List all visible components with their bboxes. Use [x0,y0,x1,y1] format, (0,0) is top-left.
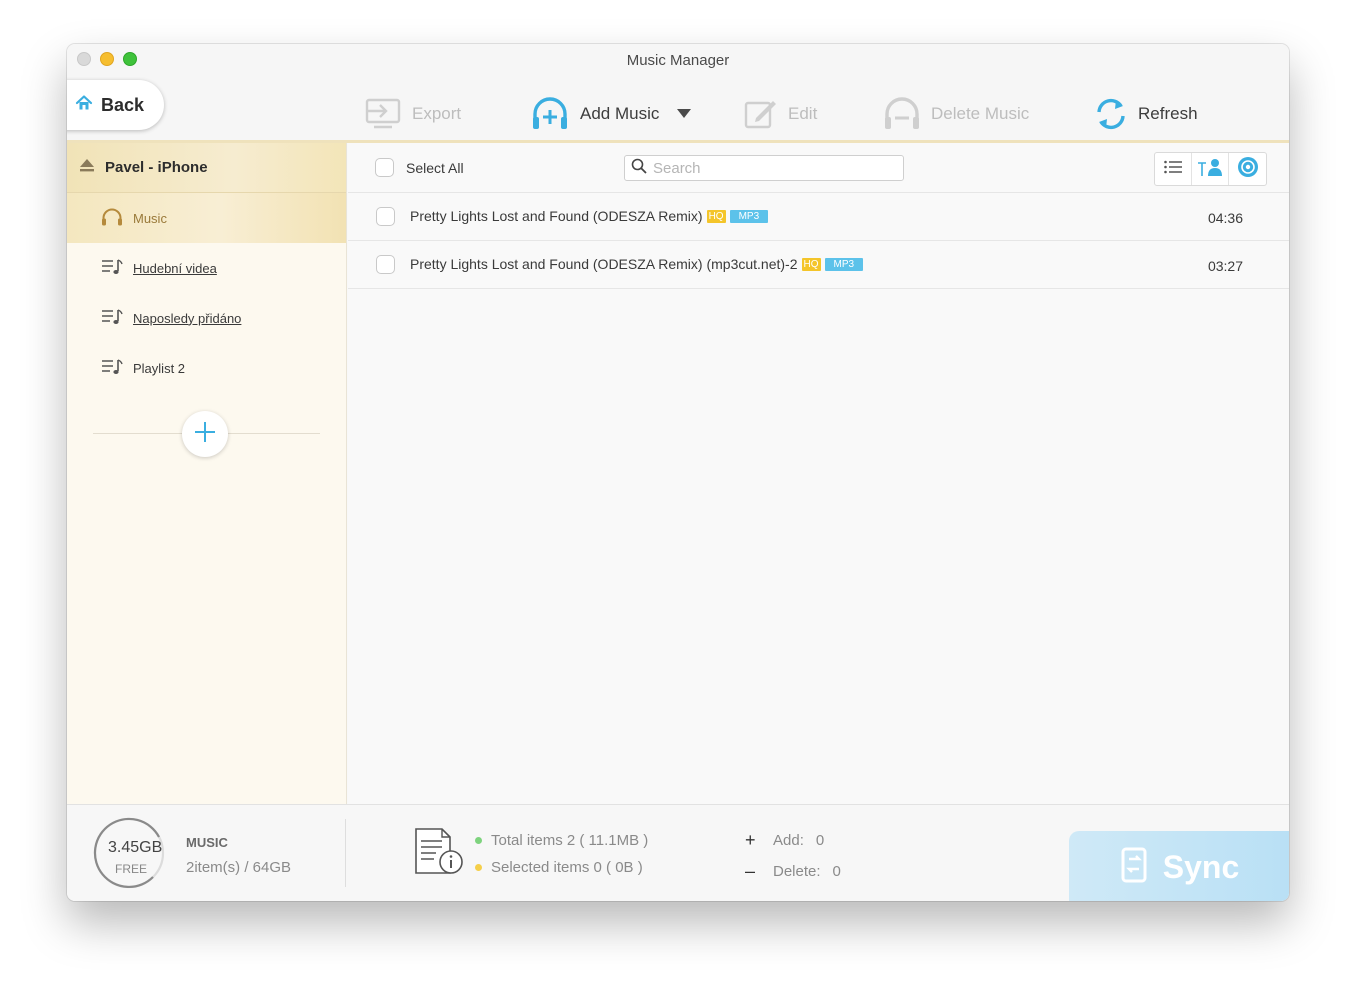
select-all-label: Select All [406,159,464,176]
headphones-icon [101,208,123,229]
disc-icon [1237,156,1259,183]
sync-label: Sync [1162,848,1240,885]
item-count: 2item(s) / 64GB [186,859,292,876]
add-label: Add: [773,832,804,849]
edit-label: Edit [788,104,818,123]
selected-dot [475,864,482,871]
delete-value: 0 [832,863,841,880]
sidebar-item-label: Music [133,210,167,226]
select-all[interactable]: Select All [375,158,464,177]
export-icon [364,97,402,131]
document-info-icon [414,827,464,880]
search-input[interactable] [653,159,893,177]
app-window: Music Manager Back Export Add Music Edit… [67,44,1289,901]
status-footer: 3.45GB FREE MUSIC 2item(s) / 64GB Total … [67,804,1289,901]
search-icon [631,158,647,179]
delete-music-button[interactable]: Delete Music [883,94,1029,134]
refresh-icon [1094,97,1128,131]
device-header[interactable]: Pavel - iPhone [67,143,346,193]
minus-icon: – [745,861,756,881]
hq-badge: HQ [706,209,726,223]
back-label: Back [101,94,145,115]
edit-icon [744,97,778,131]
track-title: Pretty Lights Lost and Found (ODESZA Rem… [410,256,798,272]
add-music-label: Add Music [580,104,660,123]
sync-button[interactable]: Sync [1069,831,1289,901]
selected-items-text: Selected items 0 ( 0B ) [491,859,643,876]
playlist-icon [101,258,123,279]
delete-music-label: Delete Music [931,104,1030,123]
list-header: Select All [348,143,1289,193]
music-list-panel: Select All Search Pretty Lights Lost and… [348,143,1289,804]
sidebar-item-music[interactable]: Music [67,193,346,243]
selected-items-stat: Selected items 0 ( 0B ) [475,859,643,876]
sidebar-item-label: Naposledy přidáno [133,310,242,326]
add-music-headphones-icon [530,97,570,131]
sidebar-item-hudebni-videa[interactable]: Hudební videa [67,243,346,293]
list-view-button[interactable] [1155,153,1192,185]
add-value: 0 [815,832,825,849]
sidebar: Pavel - iPhone Music Hudební videa Napos… [67,143,347,804]
delete-label: Delete: [773,863,821,880]
track-title: Pretty Lights Lost and Found (ODESZA Rem… [410,208,703,224]
format-badge: MP3 [729,209,769,223]
home-icon [75,94,93,117]
sync-device-icon [1119,847,1149,888]
artist-icon [1197,157,1223,182]
add-playlist-button[interactable] [182,411,228,457]
toolbar: Music Manager Back Export Add Music Edit… [67,44,1289,143]
add-playlist-row [67,397,346,463]
sidebar-item-label: Hudební videa [133,260,217,276]
storage-gauge: 3.45GB FREE [93,815,165,891]
add-music-button[interactable]: Add Music [530,94,692,134]
add-count: + Add: 0 [745,830,824,851]
delete-count: – Delete: 0 [745,861,841,882]
window-title: Music Manager [626,52,730,69]
row-checkbox[interactable] [376,255,395,274]
sidebar-item-label: Playlist 2 [133,360,186,376]
select-all-checkbox[interactable] [375,158,394,177]
row-checkbox[interactable] [376,207,395,226]
plus-icon [193,420,217,449]
refresh-button[interactable]: Refresh [1094,94,1198,134]
total-items-stat: Total items 2 ( 11.1MB ) [475,832,648,849]
format-badge: MP3 [824,257,864,271]
view-switcher [1154,152,1267,186]
sidebar-item-naposledy-pridano[interactable]: Naposledy přidáno [67,293,346,343]
divider [345,819,346,887]
list-icon [1164,160,1182,179]
playlist-icon [101,308,123,329]
total-items-text: Total items 2 ( 11.1MB ) [491,832,649,849]
track-title-cell: Pretty Lights Lost and Found (ODESZA Rem… [410,208,769,224]
refresh-label: Refresh [1138,104,1198,123]
eject-icon[interactable] [79,158,95,177]
artist-view-button[interactable] [1192,153,1229,185]
back-button[interactable]: Back [67,80,164,130]
total-dot [475,837,482,844]
free-space-label: FREE [115,862,148,876]
device-name: Pavel - iPhone [105,159,208,176]
table-row[interactable]: Pretty Lights Lost and Found (ODESZA Rem… [348,193,1289,241]
delete-music-headphones-icon [883,97,921,131]
playlist-icon [101,358,123,379]
album-view-button[interactable] [1229,153,1266,185]
search-box[interactable] [624,155,904,181]
free-space-value: 3.45GB [108,839,163,856]
track-duration: 04:36 [1207,210,1243,226]
track-duration: 03:27 [1207,258,1243,274]
chevron-down-icon[interactable] [677,109,692,119]
export-button[interactable]: Export [364,94,461,134]
hq-badge: HQ [801,257,821,271]
plus-icon: + [745,830,756,850]
table-row[interactable]: Pretty Lights Lost and Found (ODESZA Rem… [348,241,1289,289]
track-title-cell: Pretty Lights Lost and Found (ODESZA Rem… [410,256,864,272]
category-label: MUSIC [186,835,228,850]
edit-button[interactable]: Edit [744,94,817,134]
export-label: Export [412,104,462,123]
sidebar-item-playlist-2[interactable]: Playlist 2 [67,343,346,393]
